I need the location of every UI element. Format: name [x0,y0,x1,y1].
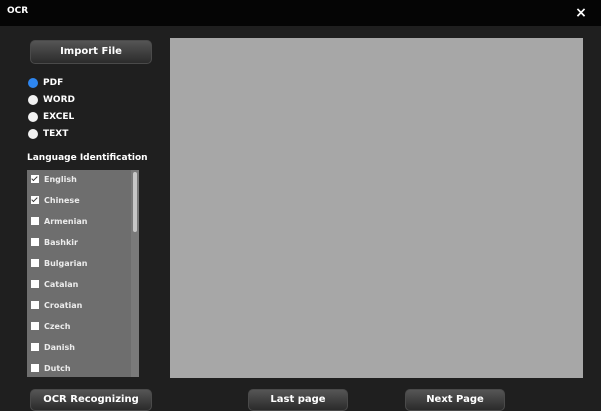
language-checkbox[interactable] [31,238,39,246]
language-label: Armenian [44,216,88,226]
scrollbar-thumb[interactable] [133,172,137,232]
language-checkbox[interactable] [31,343,39,351]
language-list[interactable]: English Chinese Armenian Bashkir Bulgari… [27,170,139,377]
language-item-chinese[interactable]: Chinese [31,193,80,207]
format-option-word[interactable]: WORD [28,91,75,108]
output-format-group: PDF WORD EXCEL TEXT [28,74,75,142]
language-label: Danish [44,342,75,352]
ocr-window: OCR × Import File PDF WORD EXCEL TEXT La… [0,0,601,411]
language-item-catalan[interactable]: Catalan [31,277,78,291]
language-checkbox[interactable] [31,322,39,330]
ocr-recognize-button[interactable]: OCR Recognizing [30,389,152,411]
language-item-armenian[interactable]: Armenian [31,214,87,228]
format-option-excel[interactable]: EXCEL [28,108,75,125]
language-item-czech[interactable]: Czech [31,319,70,333]
format-label: PDF [43,77,64,88]
format-option-text[interactable]: TEXT [28,125,75,142]
import-file-button[interactable]: Import File [30,40,152,64]
radio-word[interactable] [28,94,38,105]
language-item-danish[interactable]: Danish [31,340,75,354]
radio-text[interactable] [28,128,38,139]
last-page-button[interactable]: Last page [248,389,348,411]
format-label: EXCEL [43,111,75,122]
document-preview-area [170,38,583,378]
language-checkbox[interactable] [31,196,39,204]
format-label: WORD [43,94,75,105]
language-section-title: Language Identification [27,153,148,163]
language-item-dutch[interactable]: Dutch [31,361,71,375]
language-label: Bulgarian [44,258,88,268]
language-item-croatian[interactable]: Croatian [31,298,82,312]
radio-excel[interactable] [28,111,38,122]
language-checkbox[interactable] [31,364,39,372]
language-checkbox[interactable] [31,259,39,267]
format-label: TEXT [43,128,69,139]
window-title: OCR [7,6,29,16]
language-label: Bashkir [44,237,78,247]
radio-pdf[interactable] [28,77,38,88]
format-option-pdf[interactable]: PDF [28,74,75,91]
language-item-english[interactable]: English [31,172,77,186]
title-bar: OCR × [0,0,601,26]
language-list-scrollbar[interactable] [131,170,139,377]
language-label: English [44,174,77,184]
language-item-bulgarian[interactable]: Bulgarian [31,256,87,270]
close-icon[interactable]: × [571,3,591,23]
language-checkbox[interactable] [31,217,39,225]
language-label: Dutch [44,363,71,373]
language-checkbox[interactable] [31,301,39,309]
language-item-bashkir[interactable]: Bashkir [31,235,78,249]
language-label: Catalan [44,279,79,289]
language-label: Croatian [44,300,83,310]
language-label: Czech [44,321,71,331]
language-checkbox[interactable] [31,280,39,288]
language-checkbox[interactable] [31,175,39,183]
language-label: Chinese [44,195,80,205]
next-page-button[interactable]: Next Page [405,389,505,411]
